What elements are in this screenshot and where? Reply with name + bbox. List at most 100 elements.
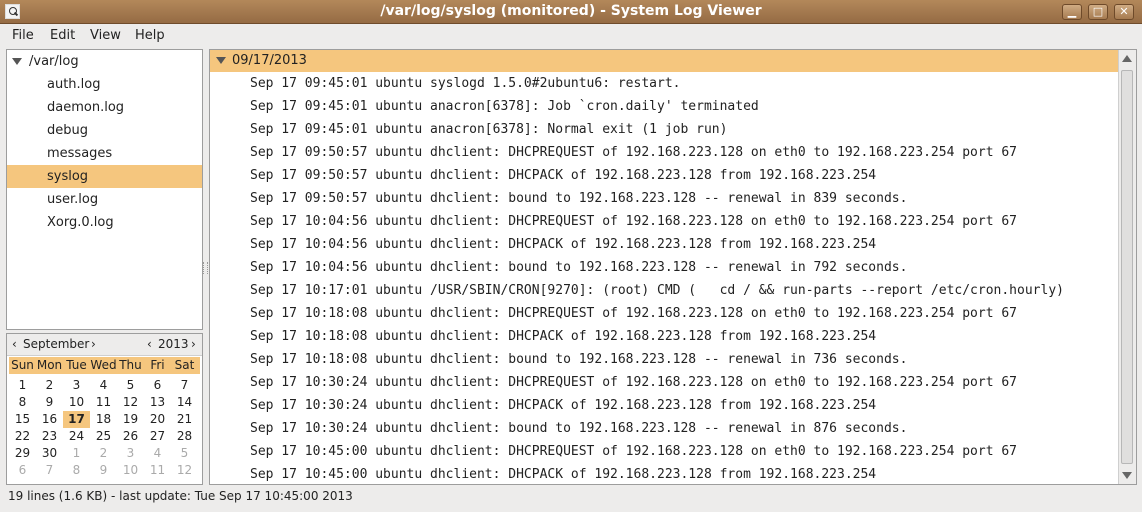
menu-file[interactable]: File: [12, 28, 34, 43]
status-bar: 19 lines (1.6 KB) - last update: Tue Sep…: [0, 488, 1142, 512]
calendar-day[interactable]: 6: [9, 462, 36, 479]
log-line[interactable]: Sep 17 09:50:57 ubuntu dhclient: bound t…: [250, 187, 907, 210]
log-line[interactable]: Sep 17 10:17:01 ubuntu /USR/SBIN/CRON[92…: [250, 279, 1064, 302]
calendar-day[interactable]: 10: [63, 394, 90, 411]
calendar-day[interactable]: 9: [90, 462, 117, 479]
log-line[interactable]: Sep 17 10:45:00 ubuntu dhclient: DHCPREQ…: [250, 440, 1017, 463]
log-line[interactable]: Sep 17 10:30:24 ubuntu dhclient: bound t…: [250, 417, 907, 440]
calendar-day[interactable]: 1: [9, 377, 36, 394]
log-line[interactable]: Sep 17 10:45:00 ubuntu dhclient: DHCPACK…: [250, 463, 876, 484]
calendar-day[interactable]: 2: [90, 445, 117, 462]
calendar-day[interactable]: 29: [9, 445, 36, 462]
calendar-day[interactable]: 8: [9, 394, 36, 411]
log-line[interactable]: Sep 17 10:18:08 ubuntu dhclient: DHCPREQ…: [250, 302, 1017, 325]
calendar-day[interactable]: 15: [9, 411, 36, 428]
calendar-day[interactable]: 13: [144, 394, 171, 411]
calendar-day[interactable]: 25: [90, 428, 117, 445]
calendar-day[interactable]: 17: [63, 411, 90, 428]
tree-item-daemon-log[interactable]: daemon.log: [7, 96, 202, 119]
calendar-day[interactable]: 21: [171, 411, 198, 428]
calendar-day[interactable]: 2: [36, 377, 63, 394]
calendar-day[interactable]: 27: [144, 428, 171, 445]
log-line[interactable]: Sep 17 09:45:01 ubuntu anacron[6378]: Jo…: [250, 95, 759, 118]
calendar-day[interactable]: 11: [144, 462, 171, 479]
log-line[interactable]: Sep 17 10:30:24 ubuntu dhclient: DHCPACK…: [250, 394, 876, 417]
log-date-header[interactable]: 09/17/2013: [210, 50, 1120, 72]
log-line[interactable]: Sep 17 10:04:56 ubuntu dhclient: DHCPREQ…: [250, 210, 1017, 233]
tree-root-row[interactable]: /var/log: [7, 50, 202, 73]
tree-item-label: syslog: [47, 169, 89, 184]
log-line[interactable]: Sep 17 10:04:56 ubuntu dhclient: DHCPACK…: [250, 233, 876, 256]
scroll-down-icon[interactable]: [1122, 472, 1132, 479]
next-month-icon[interactable]: ›: [91, 337, 96, 351]
collapse-icon[interactable]: [216, 57, 226, 64]
weekday-label: Thu: [119, 358, 142, 372]
weekday-label: Fri: [150, 358, 165, 372]
calendar-day[interactable]: 23: [36, 428, 63, 445]
calendar-day[interactable]: 5: [171, 445, 198, 462]
tree-item-messages[interactable]: messages: [7, 142, 202, 165]
menu-help[interactable]: Help: [135, 28, 165, 43]
tree-item-label: daemon.log: [47, 100, 125, 115]
calendar-day[interactable]: 10: [117, 462, 144, 479]
close-button[interactable]: ✕: [1114, 4, 1134, 20]
calendar-day[interactable]: 4: [144, 445, 171, 462]
calendar-day[interactable]: 20: [144, 411, 171, 428]
calendar-day[interactable]: 8: [63, 462, 90, 479]
prev-month-icon[interactable]: ‹: [12, 337, 17, 351]
calendar-day[interactable]: 16: [36, 411, 63, 428]
calendar-day[interactable]: 5: [117, 377, 144, 394]
calendar-day[interactable]: 4: [90, 377, 117, 394]
calendar-day[interactable]: 18: [90, 411, 117, 428]
tree-item-xorg-0-log[interactable]: Xorg.0.log: [7, 211, 202, 234]
tree-item-syslog[interactable]: syslog: [7, 165, 202, 188]
calendar-day[interactable]: 3: [63, 377, 90, 394]
expander-icon[interactable]: [12, 58, 22, 65]
menu-edit[interactable]: Edit: [50, 28, 75, 43]
log-file-tree: /var/log auth.log daemon.log debug messages…: [6, 49, 203, 330]
calendar-day[interactable]: 24: [63, 428, 90, 445]
weekday-label: Tue: [66, 358, 87, 372]
log-scrollbar[interactable]: [1118, 50, 1136, 484]
calendar-day[interactable]: 7: [36, 462, 63, 479]
log-line[interactable]: Sep 17 09:50:57 ubuntu dhclient: DHCPREQ…: [250, 141, 1017, 164]
calendar-day[interactable]: 30: [36, 445, 63, 462]
next-year-icon[interactable]: ›: [191, 337, 196, 351]
calendar-day[interactable]: 1: [63, 445, 90, 462]
prev-year-icon[interactable]: ‹: [147, 337, 152, 351]
weekday-label: Wed: [90, 358, 117, 372]
calendar-day[interactable]: 28: [171, 428, 198, 445]
tree-item-auth-log[interactable]: auth.log: [7, 73, 202, 96]
calendar-day[interactable]: 3: [117, 445, 144, 462]
calendar-day[interactable]: 12: [117, 394, 144, 411]
log-line[interactable]: Sep 17 09:50:57 ubuntu dhclient: DHCPACK…: [250, 164, 876, 187]
calendar-day[interactable]: 11: [90, 394, 117, 411]
menu-view[interactable]: View: [90, 28, 121, 43]
log-date: 09/17/2013: [232, 53, 307, 68]
tree-item-label: messages: [47, 146, 113, 161]
log-line[interactable]: Sep 17 10:18:08 ubuntu dhclient: bound t…: [250, 348, 907, 371]
log-line[interactable]: Sep 17 09:45:01 ubuntu anacron[6378]: No…: [250, 118, 727, 141]
calendar-day[interactable]: 12: [171, 462, 198, 479]
scroll-up-icon[interactable]: [1122, 55, 1132, 62]
log-line[interactable]: Sep 17 10:04:56 ubuntu dhclient: bound t…: [250, 256, 907, 279]
calendar-day[interactable]: 7: [171, 377, 198, 394]
calendar-day[interactable]: 26: [117, 428, 144, 445]
weekday-label: Sun: [11, 358, 34, 372]
tree-item-user-log[interactable]: user.log: [7, 188, 202, 211]
calendar-day[interactable]: 9: [36, 394, 63, 411]
status-text: 19 lines (1.6 KB) - last update: Tue Sep…: [8, 489, 353, 503]
log-line[interactable]: Sep 17 09:45:01 ubuntu syslogd 1.5.0#2ub…: [250, 72, 680, 95]
calendar-day[interactable]: 19: [117, 411, 144, 428]
weekday-label: Mon: [36, 358, 63, 372]
calendar-day[interactable]: 14: [171, 394, 198, 411]
scrollbar-thumb[interactable]: [1121, 70, 1133, 464]
log-line[interactable]: Sep 17 10:30:24 ubuntu dhclient: DHCPREQ…: [250, 371, 1017, 394]
tree-item-debug[interactable]: debug: [7, 119, 202, 142]
log-line[interactable]: Sep 17 10:18:08 ubuntu dhclient: DHCPACK…: [250, 325, 876, 348]
maximize-button[interactable]: □: [1088, 4, 1108, 20]
minimize-button[interactable]: ▁: [1062, 4, 1082, 20]
calendar-day[interactable]: 22: [9, 428, 36, 445]
pane-divider-handle[interactable]: [203, 262, 208, 274]
calendar-day[interactable]: 6: [144, 377, 171, 394]
